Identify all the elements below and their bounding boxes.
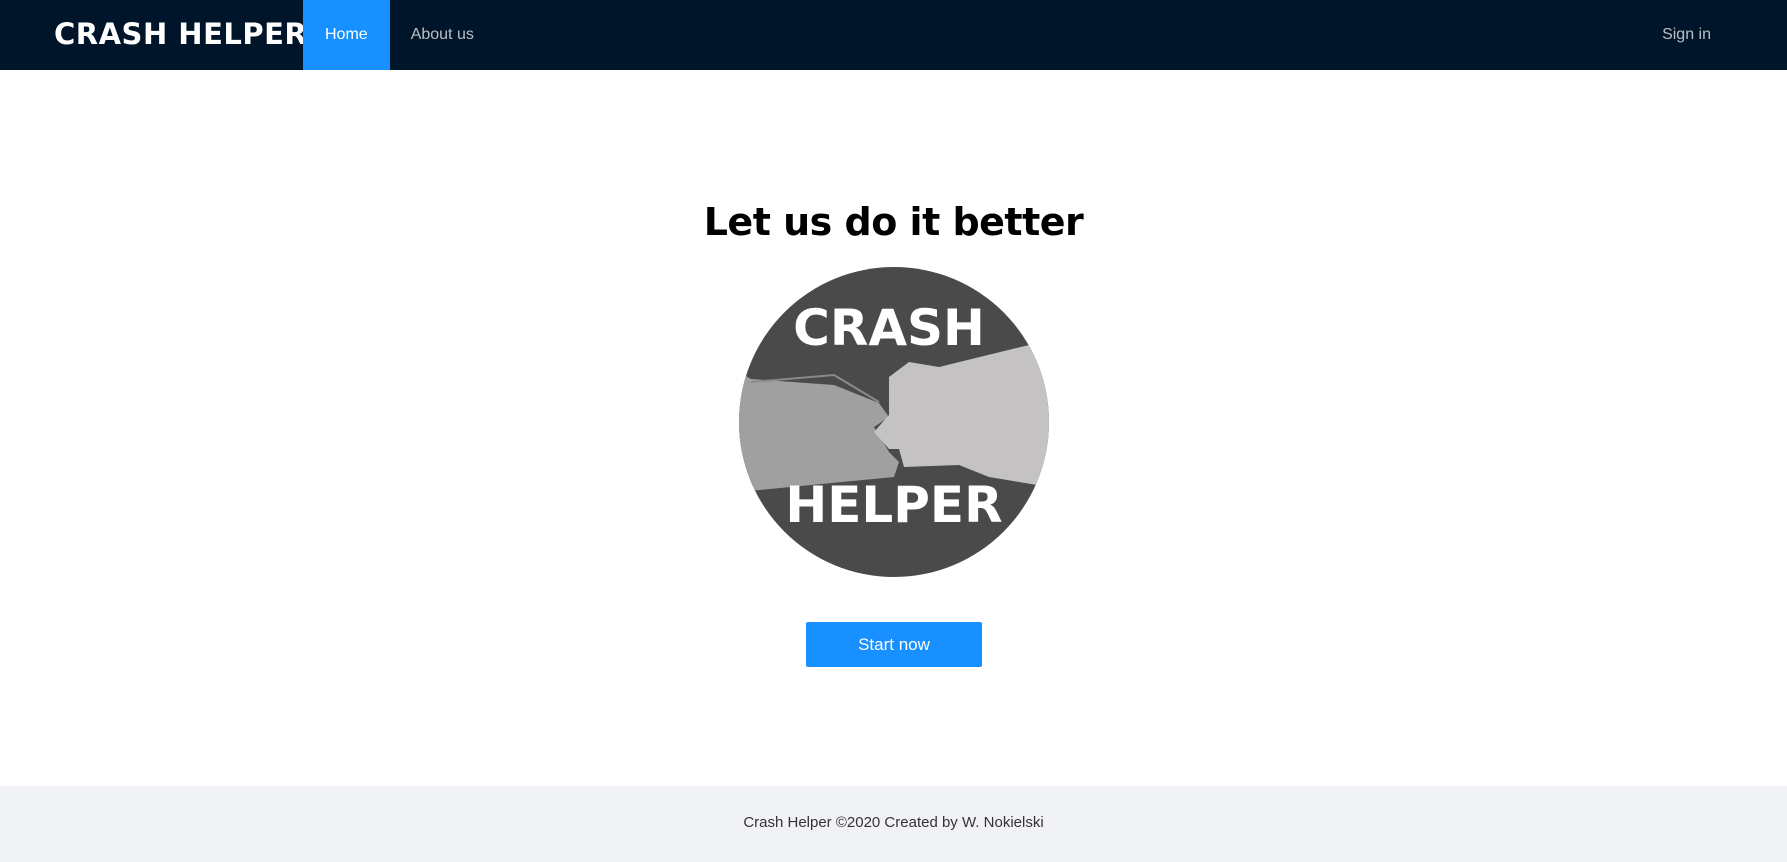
footer-copyright: Crash Helper ©2020 Created by W. Nokiels… — [743, 814, 1044, 831]
brand-logo-text[interactable]: CRASH HELPER — [54, 14, 307, 54]
nav-item-home[interactable]: Home — [303, 0, 390, 70]
nav-item-about-us[interactable]: About us — [390, 0, 495, 70]
crash-helper-logo-icon: CRASH HELPER — [739, 267, 1049, 577]
logo-text-helper: HELPER — [785, 476, 1002, 534]
top-navbar: CRASH HELPER Home About us Sign in — [0, 0, 1787, 70]
page: CRASH HELPER Home About us Sign in Let u… — [0, 0, 1787, 862]
footer: Crash Helper ©2020 Created by W. Nokiels… — [0, 786, 1787, 862]
start-now-button[interactable]: Start now — [806, 622, 982, 667]
sign-in-link[interactable]: Sign in — [1662, 0, 1711, 70]
page-headline: Let us do it better — [703, 200, 1084, 244]
logo-text-crash: CRASH — [793, 299, 985, 357]
main-nav: Home About us — [303, 0, 495, 70]
